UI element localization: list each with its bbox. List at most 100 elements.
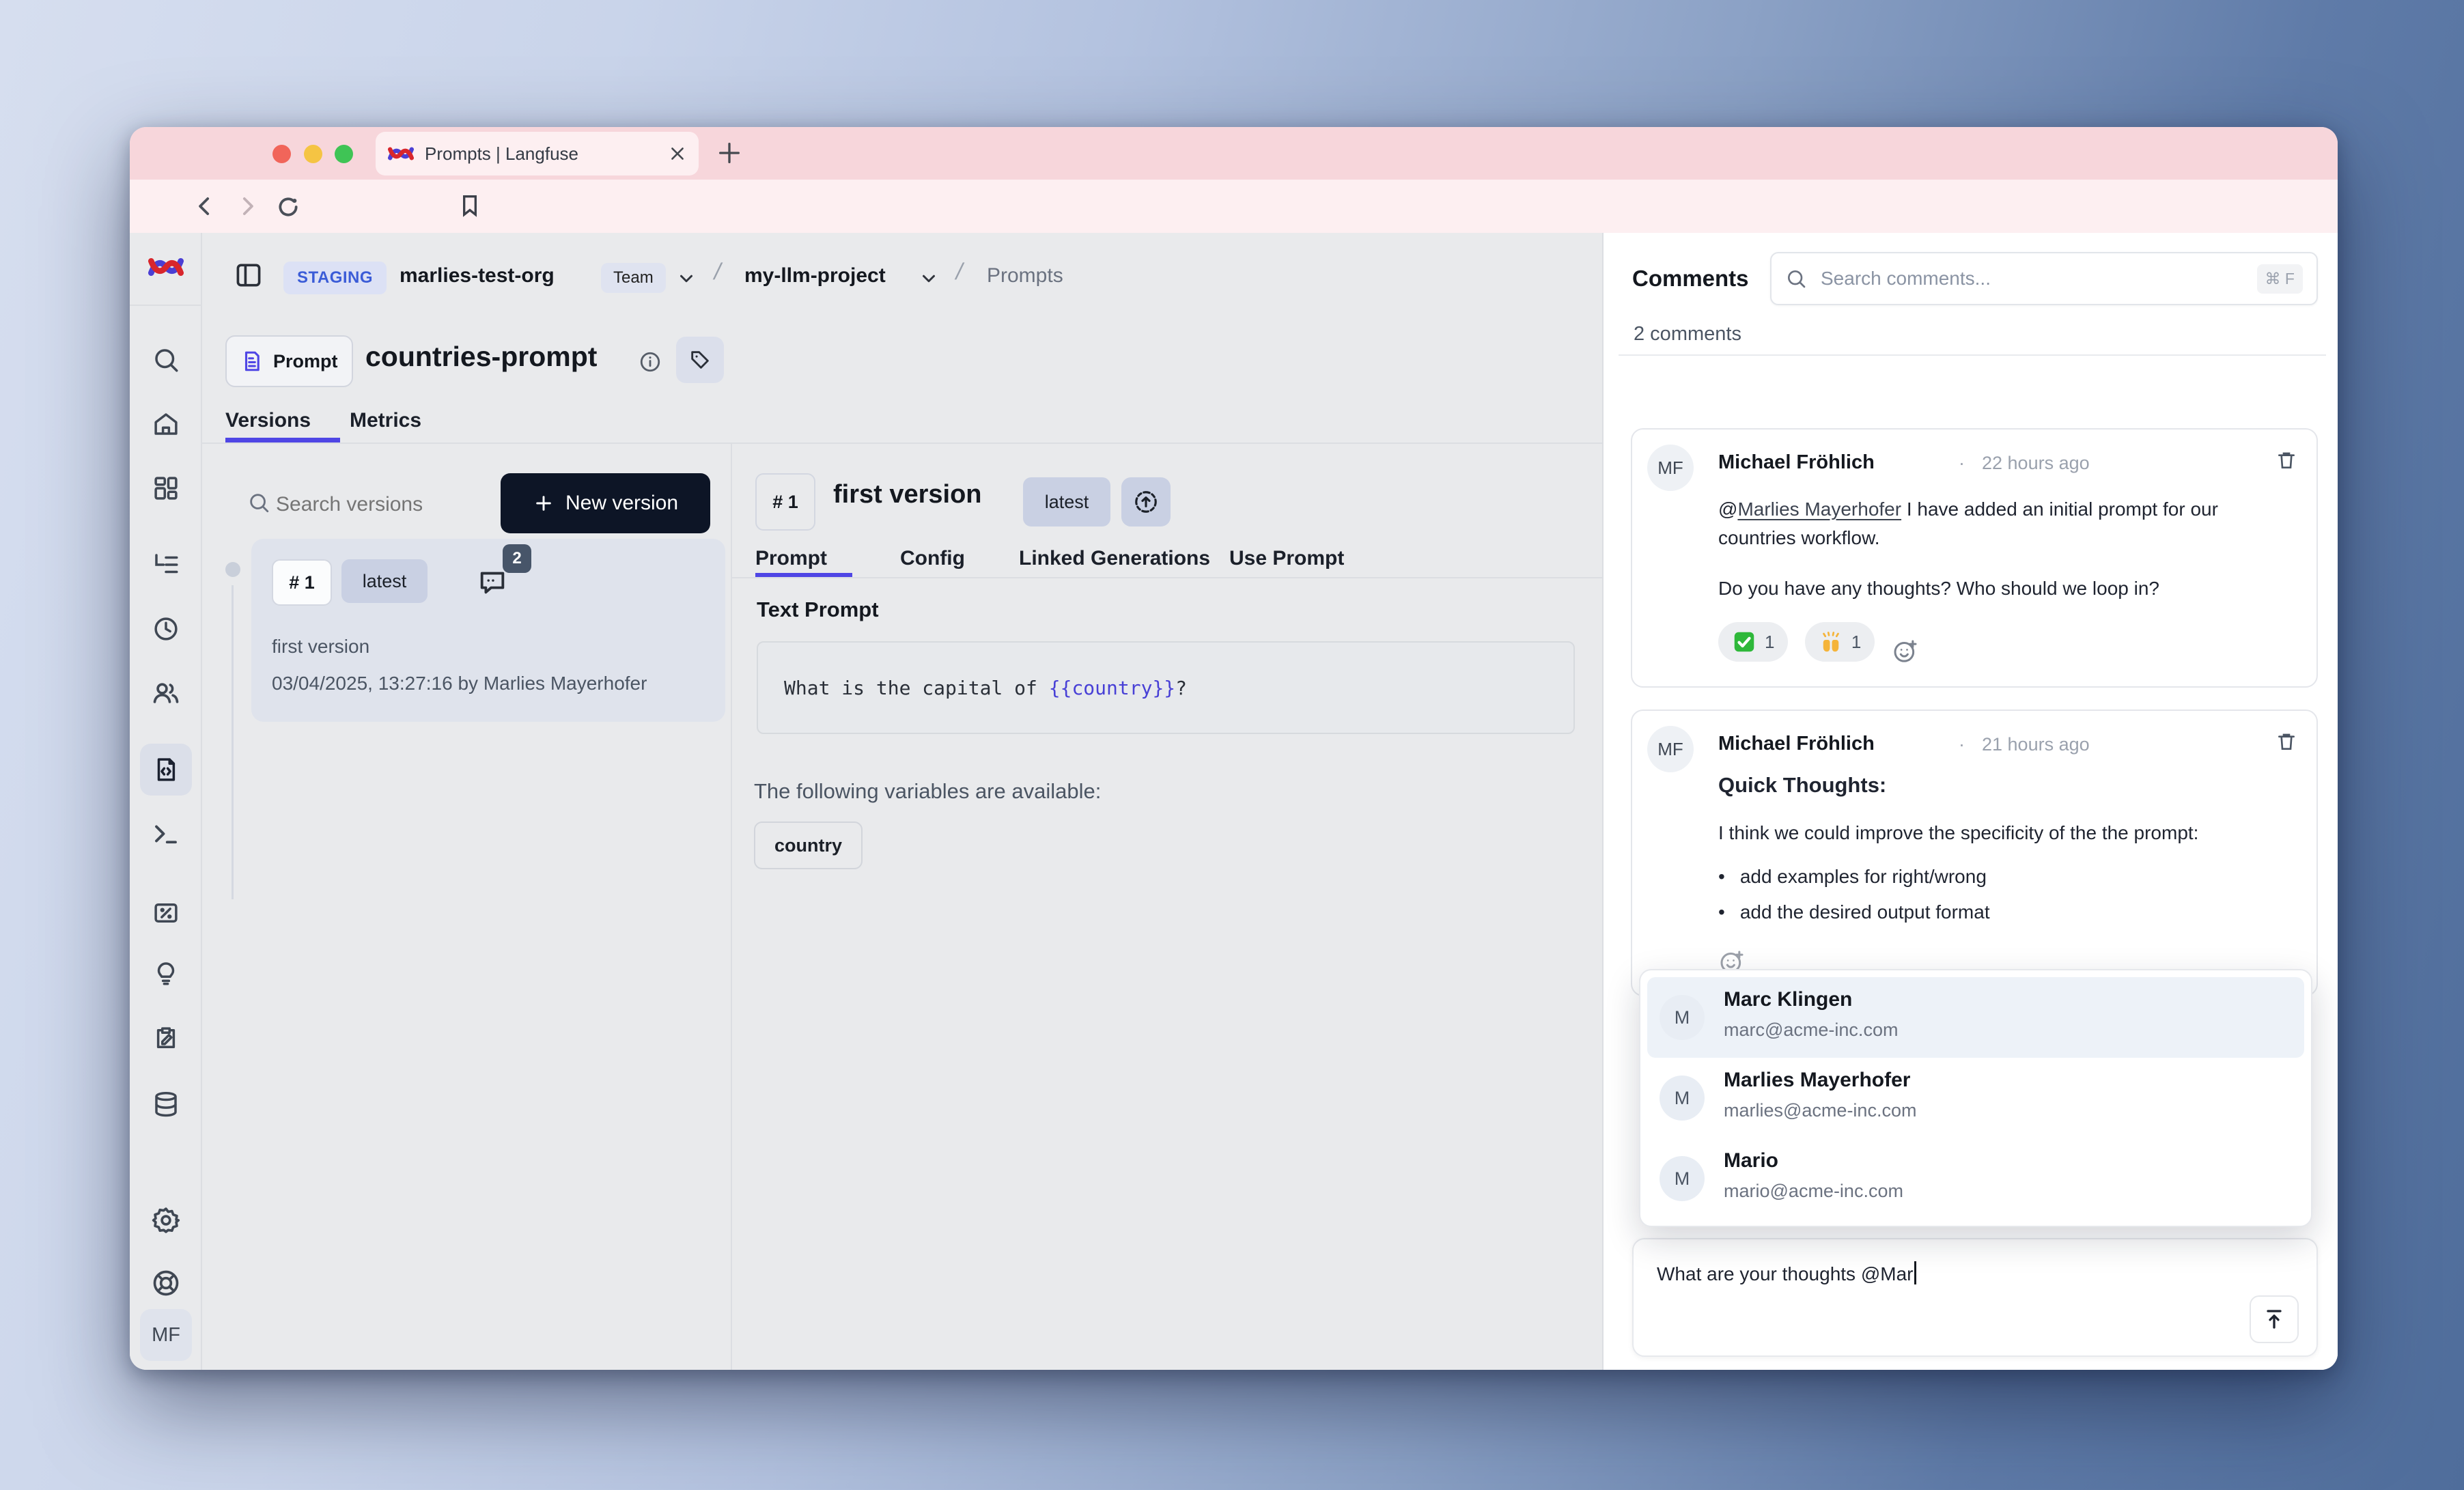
reaction-white-check-mark[interactable]: 1 (1718, 622, 1788, 662)
avatar: M (1660, 995, 1705, 1040)
divider (130, 305, 202, 306)
langfuse-logo[interactable] (140, 241, 192, 293)
user-avatar[interactable]: MF (140, 1309, 192, 1361)
search-icon[interactable] (140, 334, 192, 386)
breadcrumb-separator: / (953, 259, 966, 285)
composer-text: What are your thoughts @Mar (1657, 1261, 1916, 1285)
comment-body: I think we could improve the specificity… (1718, 819, 2296, 847)
back-button[interactable] (193, 193, 219, 219)
promote-version-button[interactable] (1121, 477, 1171, 526)
mention-option[interactable]: M Marlies Mayerhofer marlies@acme-inc.co… (1647, 1058, 2304, 1138)
comment-body: @Marlies Mayerhofer I have added an init… (1718, 495, 2296, 552)
nav-rail: MF (130, 233, 202, 1370)
dashboards-icon[interactable] (140, 462, 192, 514)
prompts-icon[interactable] (140, 744, 192, 796)
new-version-button[interactable]: New version (501, 473, 710, 533)
timeline-line (232, 585, 234, 899)
datasets-database-icon[interactable] (140, 1078, 192, 1130)
text-prompt-heading: Text Prompt (757, 598, 879, 622)
breadcrumb-section[interactable]: Prompts (987, 264, 1063, 287)
breadcrumb-org[interactable]: marlies-test-org (400, 264, 555, 287)
version-list-item[interactable]: # 1 latest 2 first version 03/04/2025, 1… (251, 539, 725, 722)
delete-comment-icon[interactable] (2276, 449, 2297, 472)
mention-link[interactable]: Marlies Mayerhofer (1737, 498, 1901, 520)
org-role-badge: Team (601, 263, 666, 293)
search-icon (1785, 268, 1807, 290)
tab-prompt[interactable]: Prompt (755, 547, 827, 570)
reactions-row: 1 1 (1718, 622, 1919, 665)
close-window-button[interactable] (272, 145, 291, 163)
mention-user-name: Mario (1724, 1149, 1778, 1172)
prompt-code-box[interactable]: What is the capital of {{country}}? (757, 641, 1575, 734)
detail-version-title: first version (833, 480, 982, 509)
divider (202, 442, 1602, 444)
staging-badge: STAGING (283, 262, 387, 294)
comments-search-input[interactable] (1819, 267, 2257, 290)
home-icon[interactable] (140, 398, 192, 450)
langfuse-favicon (388, 143, 414, 164)
add-reaction-icon[interactable] (1892, 638, 1919, 665)
comment-bullet: •add examples for right/wrong (1718, 862, 2296, 891)
chevron-down-icon[interactable] (919, 268, 939, 289)
reaction-raised-hands[interactable]: 1 (1805, 622, 1875, 662)
dot-separator: · (1959, 453, 1965, 474)
reload-button[interactable] (275, 193, 302, 221)
version-number-chip: # 1 (272, 559, 332, 606)
comment-count-badge: 2 (503, 544, 531, 573)
tab-linked-generations[interactable]: Linked Generations (1019, 547, 1210, 570)
variable-chip[interactable]: country (754, 821, 863, 869)
minimize-window-button[interactable] (304, 145, 322, 163)
scores-icon[interactable] (140, 887, 192, 939)
tab-close-icon[interactable] (669, 145, 686, 163)
version-name: first version (272, 636, 369, 658)
comment-card: MF Michael Fröhlich · 22 hours ago @Marl… (1631, 428, 2318, 688)
info-icon[interactable] (639, 350, 662, 374)
comment-bullet: •add the desired output format (1718, 898, 2296, 927)
mention-user-email: marc@acme-inc.com (1724, 1020, 1898, 1041)
zoom-window-button[interactable] (335, 145, 353, 163)
comments-search[interactable]: ⌘ F (1770, 252, 2318, 305)
tab-metrics[interactable]: Metrics (350, 409, 421, 432)
evaluation-lightbulb-icon[interactable] (140, 947, 192, 999)
delete-comment-icon[interactable] (2276, 730, 2297, 753)
sessions-clock-icon[interactable] (140, 603, 192, 655)
new-tab-button[interactable] (716, 139, 743, 167)
langfuse-app: MF STAGING marlies-test-org Team / my-ll… (130, 233, 2338, 1370)
mention-dropdown: M Marc Klingen marc@acme-inc.com M Marli… (1639, 969, 2312, 1227)
comment-time: 21 hours ago (1982, 734, 2090, 755)
code-text: ? (1175, 677, 1187, 699)
search-icon (247, 491, 270, 514)
annotation-queues-icon[interactable] (140, 1013, 192, 1065)
bookmark-icon[interactable] (456, 191, 484, 221)
mention-option[interactable]: M Marc Klingen marc@acme-inc.com (1647, 977, 2304, 1058)
avatar: M (1660, 1156, 1705, 1201)
comments-bubble-icon[interactable] (477, 566, 508, 598)
version-meta: 03/04/2025, 13:27:16 by Marlies Mayerhof… (272, 673, 647, 694)
settings-gear-icon[interactable] (140, 1194, 192, 1246)
tracing-icon[interactable] (140, 539, 192, 591)
browser-tab[interactable]: Prompts | Langfuse (376, 132, 699, 175)
tag-icon-button[interactable] (676, 337, 724, 383)
forward-button[interactable] (234, 193, 260, 219)
users-icon[interactable] (140, 667, 192, 719)
support-lifebuoy-icon[interactable] (140, 1257, 192, 1309)
divider (1619, 354, 2326, 356)
tab-use-prompt[interactable]: Use Prompt (1229, 547, 1344, 570)
submit-comment-button[interactable] (2250, 1295, 2299, 1343)
mention-user-email: mario@acme-inc.com (1724, 1181, 1903, 1202)
prompt-file-icon (240, 348, 264, 374)
browser-tab-bar: Prompts | Langfuse (130, 127, 2338, 180)
chevron-down-icon[interactable] (676, 268, 697, 289)
comment-composer[interactable]: What are your thoughts @Mar (1632, 1238, 2318, 1357)
panel-toggle-icon[interactable] (234, 260, 264, 290)
tab-config[interactable]: Config (900, 547, 965, 570)
comment-body-2: Do you have any thoughts? Who should we … (1718, 574, 2296, 603)
comments-title: Comments (1632, 266, 1749, 292)
search-versions-input[interactable] (275, 492, 482, 517)
breadcrumb-project[interactable]: my-llm-project (744, 264, 886, 287)
browser-toolbar: staging.langfuse.com/project/cm22fk0w700… (130, 180, 2338, 233)
mention-option[interactable]: M Mario mario@acme-inc.com (1647, 1138, 2304, 1219)
playground-terminal-icon[interactable] (140, 808, 192, 860)
mention-user-name: Marlies Mayerhofer (1724, 1069, 1910, 1092)
tab-versions[interactable]: Versions (225, 409, 311, 432)
